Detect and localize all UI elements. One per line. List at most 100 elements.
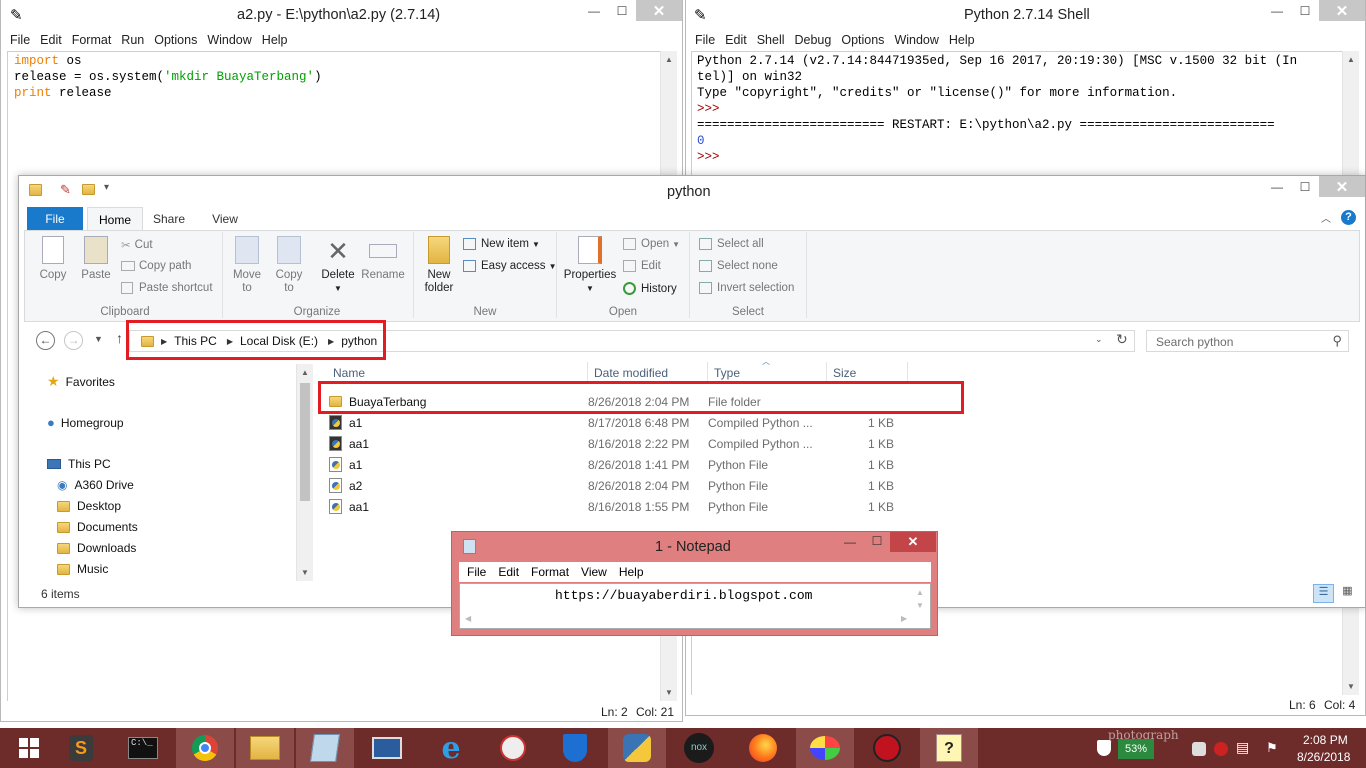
scroll-down-arrow-icon[interactable]: ▼ <box>916 601 924 610</box>
move-to-button[interactable]: Move to <box>230 236 264 295</box>
rename-button[interactable]: Rename <box>361 236 405 282</box>
menu-window[interactable]: Window <box>202 33 256 47</box>
maximize-button[interactable]: ☐ <box>864 534 890 548</box>
nav-this-pc[interactable]: This PC <box>47 457 111 471</box>
taskbar-firefox[interactable] <box>734 728 792 768</box>
menu-run[interactable]: Run <box>116 33 149 47</box>
close-button[interactable]: ✕ <box>1319 0 1365 21</box>
taskbar-remote-desktop[interactable] <box>358 728 416 768</box>
recent-locations-icon[interactable]: ▼ <box>94 334 103 344</box>
table-row[interactable]: a1 8/17/2018 6:48 PM Compiled Python ...… <box>319 412 903 433</box>
taskbar-notepad[interactable] <box>296 728 354 768</box>
menu-window[interactable]: Window <box>889 33 943 47</box>
cut-button[interactable]: ✂ Cut <box>121 238 153 252</box>
flag-icon[interactable]: ⚑ <box>1266 740 1278 756</box>
column-size[interactable]: Size <box>833 366 856 380</box>
nav-item-documents[interactable]: Documents <box>57 520 138 534</box>
nav-favorites[interactable]: ★ Favorites <box>47 373 115 390</box>
scroll-right-arrow-icon[interactable]: ▶ <box>901 614 907 623</box>
taskbar-paint[interactable] <box>796 728 854 768</box>
invert-selection-button[interactable]: Invert selection <box>699 282 794 294</box>
column-date-modified[interactable]: Date modified <box>594 366 668 380</box>
table-row[interactable]: a2 8/26/2018 2:04 PM Python File 1 KB <box>319 475 903 496</box>
maximize-button[interactable]: ☐ <box>1291 176 1319 197</box>
menu-edit[interactable]: Edit <box>492 565 525 579</box>
minimize-button[interactable]: — <box>837 535 863 549</box>
taskbar-garena[interactable] <box>858 728 916 768</box>
taskbar-defender[interactable] <box>546 728 604 768</box>
edit-button[interactable]: Edit <box>623 260 661 272</box>
table-row[interactable]: aa1 8/16/2018 1:55 PM Python File 1 KB <box>319 496 903 517</box>
taskbar-python[interactable] <box>608 728 666 768</box>
quick-access-properties-icon[interactable]: ✎ <box>60 182 71 198</box>
column-divider[interactable] <box>826 362 827 382</box>
network-icon[interactable]: ▤ <box>1236 739 1249 756</box>
menu-help[interactable]: Help <box>257 33 293 47</box>
paste-button[interactable]: Paste <box>77 236 115 282</box>
menu-file[interactable]: File <box>690 33 720 47</box>
menu-debug[interactable]: Debug <box>790 33 837 47</box>
menu-help[interactable]: Help <box>944 33 980 47</box>
copy-path-button[interactable]: Copy path <box>121 260 191 272</box>
table-row[interactable]: aa1 8/16/2018 2:22 PM Compiled Python ..… <box>319 433 903 454</box>
tab-view[interactable]: View <box>199 207 251 231</box>
properties-button[interactable]: Properties ▼ <box>564 236 616 295</box>
maximize-button[interactable]: ☐ <box>608 0 636 21</box>
nav-item-a360[interactable]: ◉ A360 Drive <box>57 478 134 492</box>
taskbar-help[interactable]: ? <box>920 728 978 768</box>
minimize-button[interactable]: — <box>1263 0 1291 21</box>
menu-options[interactable]: Options <box>149 33 202 47</box>
taskbar-ie[interactable]: e <box>422 728 480 768</box>
scroll-down-arrow-icon[interactable]: ▼ <box>297 564 313 581</box>
refresh-icon[interactable]: ↻ <box>1116 331 1128 348</box>
menu-edit[interactable]: Edit <box>35 33 67 47</box>
minimize-button[interactable]: — <box>1263 176 1291 197</box>
scroll-up-arrow-icon[interactable]: ▲ <box>916 588 924 597</box>
select-none-button[interactable]: Select none <box>699 260 778 272</box>
details-view-icon[interactable]: ☰ <box>1313 584 1334 603</box>
start-button[interactable] <box>0 728 58 768</box>
quick-access-new-folder-icon[interactable] <box>82 184 102 198</box>
help-icon[interactable]: ? <box>1341 210 1356 225</box>
column-name[interactable]: Name <box>333 366 365 380</box>
open-button[interactable]: Open ▼ <box>623 238 680 250</box>
close-button[interactable]: ✕ <box>1319 176 1365 197</box>
scroll-up-arrow-icon[interactable]: ▲ <box>1343 51 1359 68</box>
defender-tray-icon[interactable] <box>1097 740 1111 756</box>
delete-button[interactable]: ✕ Delete ▼ <box>318 236 358 295</box>
tray-red-icon[interactable] <box>1214 742 1228 756</box>
taskbar-chrome[interactable] <box>176 728 234 768</box>
large-icons-view-icon[interactable]: ▦ <box>1337 584 1358 603</box>
history-button[interactable]: History <box>623 282 677 295</box>
address-dropdown-icon[interactable]: ⌄ <box>1095 334 1103 345</box>
nav-item-desktop[interactable]: Desktop <box>57 499 121 513</box>
tab-home[interactable]: Home <box>87 207 143 231</box>
explorer-titlebar[interactable]: ✎ ▾ python — ☐ ✕ <box>19 176 1365 204</box>
copy-button[interactable]: Copy <box>35 236 71 282</box>
new-item-button[interactable]: New item ▼ <box>463 238 540 250</box>
taskbar-sublime[interactable]: S <box>52 728 110 768</box>
easy-access-button[interactable]: Easy access ▼ <box>463 260 556 272</box>
taskbar-cmd[interactable]: C:\_ <box>114 728 172 768</box>
nav-item-music[interactable]: Music <box>57 562 108 576</box>
select-all-button[interactable]: Select all <box>699 238 764 250</box>
menu-file[interactable]: File <box>461 565 492 579</box>
column-divider[interactable] <box>907 362 908 382</box>
clock-time[interactable]: 2:08 PM <box>1303 733 1348 747</box>
scroll-thumb[interactable] <box>300 383 310 501</box>
column-divider[interactable] <box>587 362 588 382</box>
minimize-button[interactable]: — <box>580 0 608 21</box>
collapse-ribbon-icon[interactable]: ︿ <box>1321 210 1331 225</box>
scroll-down-arrow-icon[interactable]: ▼ <box>1343 678 1359 695</box>
menu-file[interactable]: File <box>5 33 35 47</box>
scroll-left-arrow-icon[interactable]: ◀ <box>465 614 471 623</box>
notepad-text-area[interactable]: https://buayaberdiri.blogspot.com ▲ ▼ ◀ … <box>459 583 931 629</box>
clock-date[interactable]: 8/26/2018 <box>1297 750 1350 764</box>
search-box[interactable]: Search python ⚲ <box>1146 330 1349 352</box>
tray-app-icon[interactable] <box>1192 742 1206 756</box>
menu-edit[interactable]: Edit <box>720 33 752 47</box>
taskbar-app-compass[interactable] <box>484 728 542 768</box>
scroll-up-arrow-icon[interactable]: ▲ <box>297 364 313 381</box>
close-button[interactable]: ✕ <box>636 0 682 21</box>
copy-to-button[interactable]: Copy to <box>272 236 306 295</box>
